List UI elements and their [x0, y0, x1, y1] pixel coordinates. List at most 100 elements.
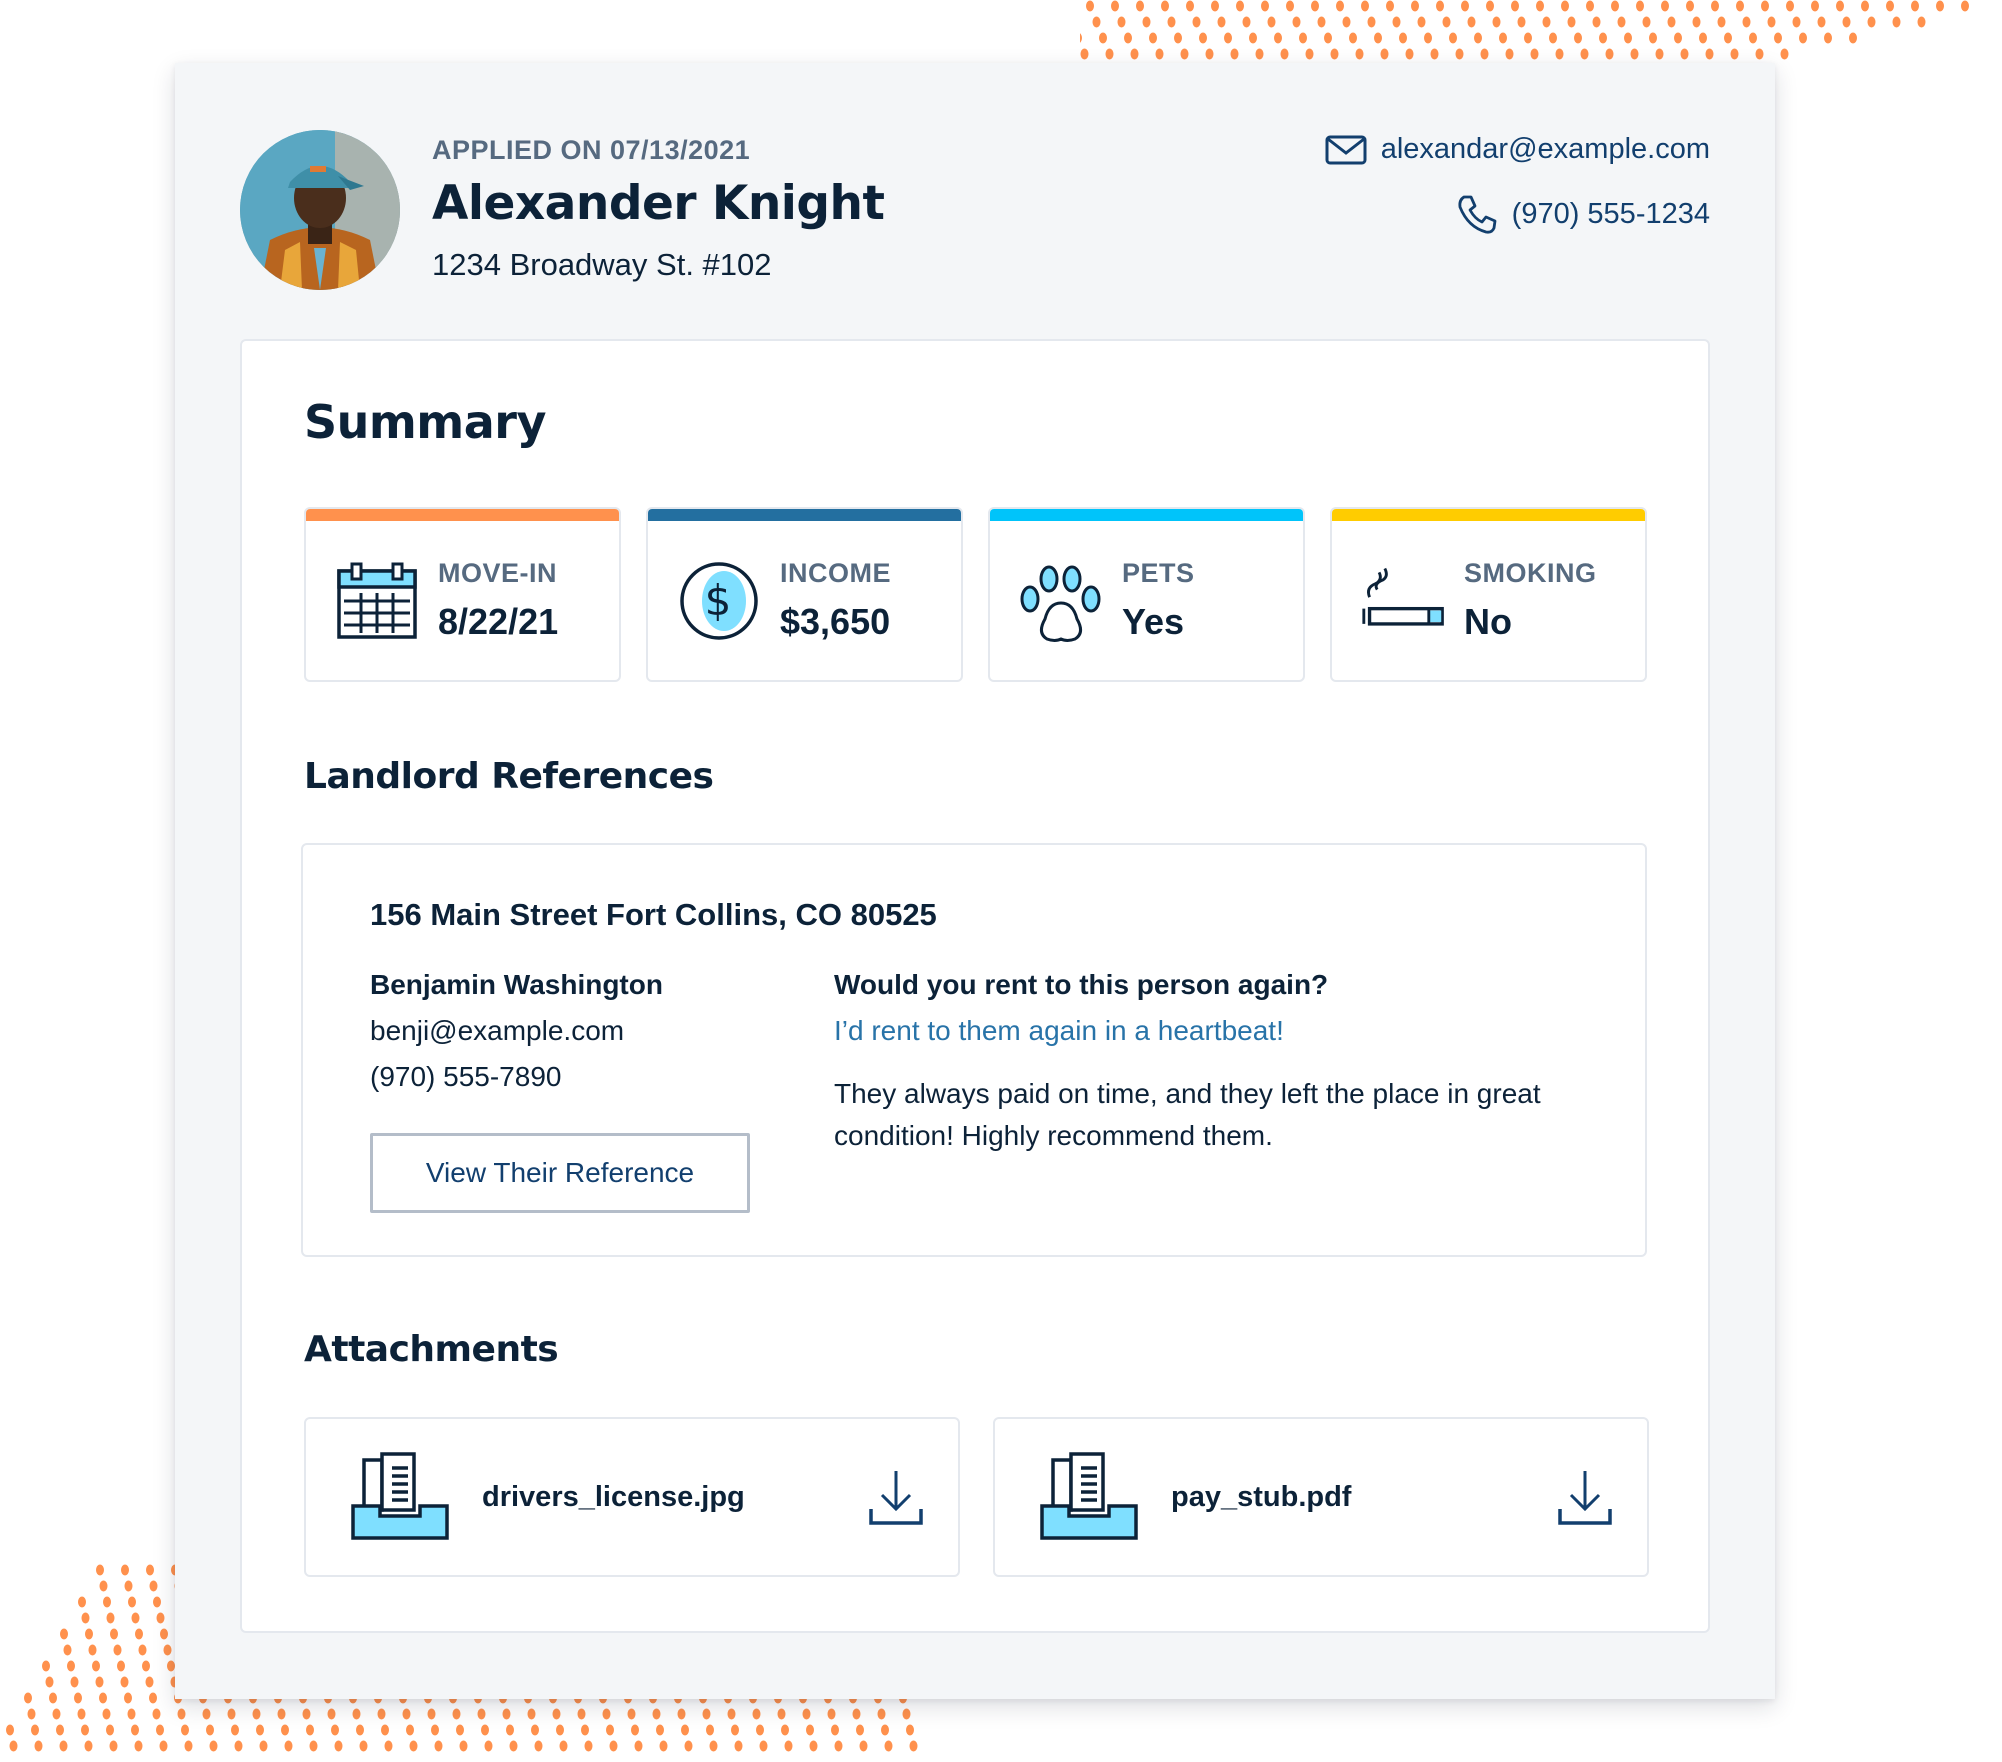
decor-dot	[1630, 48, 1639, 60]
decor-dot	[1149, 32, 1157, 44]
decor-dot	[734, 1740, 743, 1752]
decor-dot	[1361, 0, 1369, 12]
decor-dot	[127, 1708, 136, 1720]
decor-dot	[1274, 32, 1282, 44]
decor-dot	[1092, 16, 1101, 28]
decor-dot	[306, 1724, 314, 1736]
decor-dot	[284, 1740, 293, 1752]
decor-dot	[145, 1676, 154, 1688]
decor-dot	[406, 1724, 414, 1736]
decor-dot	[156, 1612, 165, 1624]
decor-dot	[1205, 48, 1214, 60]
decor-dot	[909, 1740, 918, 1752]
decor-dot	[556, 1724, 564, 1736]
decor-dot	[1442, 16, 1451, 28]
decor-dot	[706, 1724, 714, 1736]
decor-dot	[231, 1724, 239, 1736]
applicant-phone: (970) 555-1234	[1511, 197, 1710, 230]
decor-dot	[252, 1708, 261, 1720]
decor-dot	[777, 1708, 786, 1720]
decor-dot	[1517, 16, 1526, 28]
decor-dot	[659, 1740, 668, 1752]
decor-dot	[49, 1692, 57, 1704]
decor-dot	[1336, 0, 1344, 12]
decor-dot	[84, 1740, 93, 1752]
attachment-item[interactable]: drivers_license.jpg	[304, 1417, 960, 1577]
decor-dot	[1424, 32, 1432, 44]
stat-smoking: SMOKING No	[1330, 507, 1647, 682]
decor-dot	[1367, 16, 1376, 28]
decor-dot	[34, 1740, 43, 1752]
decor-dot	[402, 1708, 411, 1720]
decor-dot	[1380, 48, 1389, 60]
decor-dot	[1580, 48, 1589, 60]
decor-dot	[149, 1692, 157, 1704]
decor-dot	[531, 1724, 539, 1736]
decor-dot	[206, 1724, 214, 1736]
decor-dot	[1574, 32, 1582, 44]
decor-dot	[359, 1740, 368, 1752]
decor-dot	[1155, 48, 1164, 60]
decor-dot	[884, 1740, 893, 1752]
decor-dot	[731, 1724, 739, 1736]
summary-heading: Summary	[304, 395, 546, 449]
decor-dot	[609, 1740, 618, 1752]
decor-dot	[602, 1708, 611, 1720]
decor-dot	[152, 1708, 161, 1720]
reference-comment: They always paid on time, and they left …	[834, 1078, 1541, 1151]
decor-dot	[1724, 32, 1732, 44]
decor-dot	[1436, 0, 1444, 12]
decor-dot	[1555, 48, 1564, 60]
decor-dot	[1392, 16, 1401, 28]
decor-dot	[99, 1580, 108, 1592]
decor-dot	[1811, 0, 1819, 12]
decor-dot	[88, 1644, 97, 1656]
decor-dot	[1486, 0, 1494, 12]
decor-dot	[534, 1740, 543, 1752]
decor-dot	[1249, 32, 1257, 44]
decor-dot	[527, 1708, 536, 1720]
stat-pets: PETS Yes	[988, 507, 1305, 682]
decor-dot	[124, 1580, 133, 1592]
decor-dot	[1411, 0, 1419, 12]
decor-dot	[1792, 16, 1801, 28]
attachment-item[interactable]: pay_stub.pdf	[993, 1417, 1649, 1577]
attachment-filename: drivers_license.jpg	[482, 1480, 745, 1513]
attachments-heading: Attachments	[304, 1329, 559, 1370]
decor-dot	[160, 1628, 168, 1640]
decor-dot	[334, 1740, 343, 1752]
decor-dot	[1286, 0, 1294, 12]
decor-dot	[1099, 32, 1107, 44]
decor-dot	[1186, 0, 1194, 12]
decor-dot	[1492, 16, 1501, 28]
decor-dot	[1605, 48, 1614, 60]
decor-dot	[352, 1708, 361, 1720]
decor-dot	[381, 1724, 389, 1736]
decor-dot	[153, 1596, 161, 1608]
applicant-phone-link[interactable]: (970) 555-1234	[1456, 193, 1710, 235]
decor-dot	[1936, 0, 1944, 12]
decor-dot	[1161, 0, 1169, 12]
decor-dot	[31, 1724, 39, 1736]
decor-dot	[1217, 16, 1226, 28]
decor-dot	[1480, 48, 1489, 60]
view-reference-button[interactable]: View Their Reference	[370, 1133, 750, 1213]
decor-dot	[1624, 32, 1632, 44]
decor-dot	[234, 1740, 243, 1752]
decor-dot	[1080, 33, 1082, 43]
decor-dot	[138, 1644, 147, 1656]
decor-dot	[77, 1708, 86, 1720]
decor-dot	[627, 1708, 636, 1720]
decor-dot	[1499, 32, 1507, 44]
download-icon[interactable]	[868, 1469, 924, 1529]
download-icon[interactable]	[1557, 1469, 1613, 1529]
decor-dot	[1236, 0, 1244, 12]
decor-dot	[784, 1740, 793, 1752]
decor-dot	[1224, 32, 1232, 44]
decor-dot	[124, 1692, 132, 1704]
applicant-email-link[interactable]: alexandar@example.com	[1325, 133, 1710, 166]
decor-dot	[227, 1708, 236, 1720]
stat-accent-bar	[1332, 509, 1645, 521]
decor-dot	[481, 1724, 489, 1736]
decor-dot	[709, 1740, 718, 1752]
